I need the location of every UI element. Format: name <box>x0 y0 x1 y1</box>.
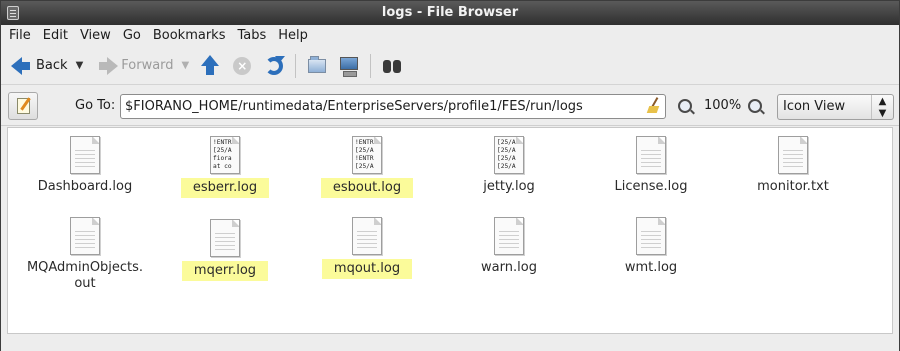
file-item[interactable]: !ENTR [25/A fiora at co esberr.log <box>161 136 289 198</box>
file-name: wmt.log <box>624 260 678 275</box>
window-menu-icon[interactable] <box>7 6 19 20</box>
menu-bookmarks[interactable]: Bookmarks <box>147 25 232 47</box>
menu-bar: File Edit View Go Bookmarks Tabs Help <box>1 25 899 47</box>
clear-location-icon[interactable] <box>647 97 661 115</box>
text-file-icon: [25/A [25/A [25/A [25/A <box>494 136 524 174</box>
file-name: MQAdminObjects. out <box>26 260 144 291</box>
view-mode-value: Icon View <box>783 99 846 114</box>
file-name: mqout.log <box>321 259 413 279</box>
status-bar <box>1 335 899 351</box>
text-file-icon: !ENTR [25/A !ENTR [25/A <box>352 136 382 174</box>
zoom-out-icon[interactable] <box>678 99 692 113</box>
file-item[interactable]: License.log <box>587 136 715 196</box>
file-preview-text: !ENTR [25/A fiora at co <box>213 139 232 170</box>
forward-button-label: Forward <box>121 58 174 73</box>
location-bar: Go To: $FIORANO_HOME/runtimedata/Enterpr… <box>1 86 899 126</box>
back-arrow-icon <box>11 55 33 77</box>
file-name: warn.log <box>481 260 537 275</box>
text-file-icon <box>210 219 240 257</box>
menu-edit[interactable]: Edit <box>37 25 74 47</box>
up-arrow-icon <box>199 54 221 77</box>
forward-history-chevron-icon[interactable]: ▼ <box>182 60 190 71</box>
file-item[interactable]: [25/A [25/A [25/A [25/A jetty.log <box>445 136 573 196</box>
view-mode-select[interactable]: Icon View ▲ ▼ <box>777 94 894 120</box>
back-button-label: Back <box>36 58 68 73</box>
file-browser-window: logs - File Browser File Edit View Go Bo… <box>0 0 900 351</box>
toolbar: Back ▼ Forward ▼ × <box>1 47 899 85</box>
text-file-icon <box>636 217 666 255</box>
computer-button[interactable] <box>333 51 365 81</box>
menu-go[interactable]: Go <box>117 25 147 47</box>
toolbar-separator <box>295 53 297 78</box>
menu-file[interactable]: File <box>1 25 37 47</box>
reload-button[interactable] <box>258 51 290 81</box>
file-name: monitor.txt <box>757 179 829 194</box>
zoom-level: 100% <box>704 98 742 113</box>
file-grid[interactable]: Dashboard.log !ENTR [25/A fiora at co es… <box>7 127 893 334</box>
location-input[interactable]: $FIORANO_HOME/runtimedata/EnterpriseServ… <box>120 94 666 119</box>
file-name: License.log <box>614 179 688 194</box>
text-file-icon <box>778 136 808 174</box>
text-file-icon <box>352 217 382 255</box>
file-preview-text: !ENTR [25/A !ENTR [25/A <box>355 139 374 170</box>
back-history-chevron-icon[interactable]: ▼ <box>76 60 84 71</box>
select-chevron-icon: ▲ ▼ <box>871 95 893 119</box>
stop-button[interactable]: × <box>226 51 258 81</box>
reload-icon <box>263 55 286 77</box>
back-button[interactable]: Back ▼ <box>6 51 88 81</box>
file-item[interactable]: !ENTR [25/A !ENTR [25/A esbout.log <box>303 136 431 198</box>
text-file-icon <box>494 217 524 255</box>
file-item[interactable]: Dashboard.log <box>21 136 149 196</box>
file-name: esberr.log <box>180 178 270 198</box>
toolbar-separator <box>370 53 372 78</box>
file-item[interactable]: mqerr.log <box>161 219 289 281</box>
text-file-icon <box>70 136 100 174</box>
up-button[interactable] <box>194 51 226 81</box>
computer-icon <box>338 55 360 77</box>
file-name: Dashboard.log <box>37 179 133 194</box>
home-button[interactable] <box>301 51 333 81</box>
zoom-in-icon[interactable] <box>748 99 762 113</box>
goto-label: Go To: <box>75 98 116 113</box>
menu-help[interactable]: Help <box>272 25 314 47</box>
file-item[interactable]: monitor.txt <box>729 136 857 196</box>
file-item[interactable]: MQAdminObjects. out <box>21 217 149 293</box>
file-item[interactable]: mqout.log <box>303 217 431 279</box>
home-folder-icon <box>306 55 328 77</box>
toggle-location-button[interactable] <box>8 92 38 120</box>
file-item[interactable]: warn.log <box>445 217 573 277</box>
text-file-icon <box>636 136 666 174</box>
binoculars-icon <box>381 55 403 77</box>
file-name: esbout.log <box>320 178 414 198</box>
text-file-icon <box>70 217 100 255</box>
file-preview-text: [25/A [25/A [25/A [25/A <box>497 139 516 170</box>
file-item[interactable]: wmt.log <box>587 217 715 277</box>
forward-button[interactable]: Forward ▼ <box>92 51 194 81</box>
stop-icon: × <box>231 55 253 77</box>
text-file-icon: !ENTR [25/A fiora at co <box>210 136 240 174</box>
menu-view[interactable]: View <box>74 25 117 47</box>
menu-tabs[interactable]: Tabs <box>231 25 272 47</box>
file-name: jetty.log <box>483 179 535 194</box>
search-button[interactable] <box>376 51 408 81</box>
window-title: logs - File Browser <box>381 5 519 20</box>
title-bar[interactable]: logs - File Browser <box>1 1 899 25</box>
file-name: mqerr.log <box>181 261 269 281</box>
forward-arrow-icon <box>97 55 119 77</box>
